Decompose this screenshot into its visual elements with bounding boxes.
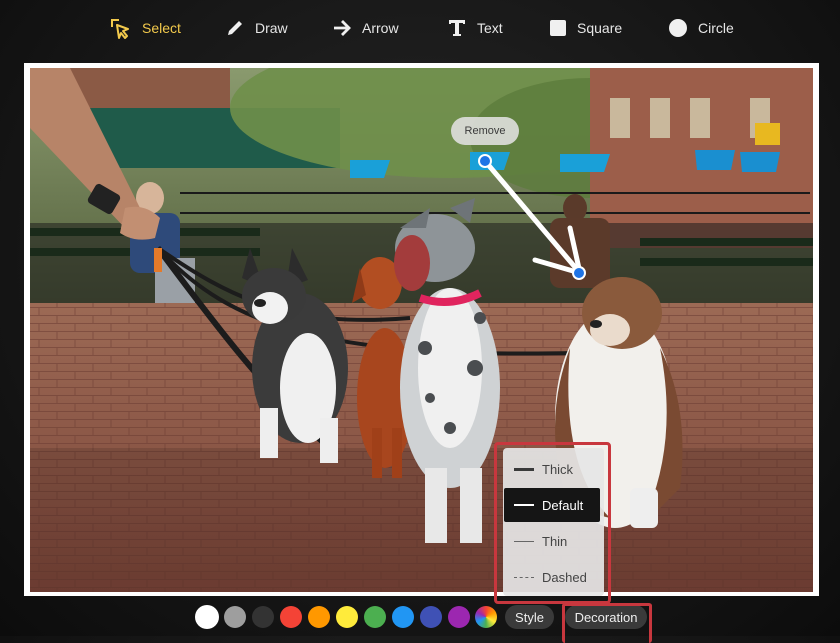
- dog-photo: [30, 68, 813, 592]
- tool-draw-label: Draw: [255, 20, 288, 36]
- tool-circle[interactable]: Circle: [668, 14, 734, 42]
- tool-select[interactable]: Select: [108, 14, 181, 42]
- tool-text[interactable]: Text: [447, 14, 503, 42]
- style-button[interactable]: Style: [505, 605, 554, 629]
- decoration-highlight: [562, 603, 652, 643]
- tool-circle-label: Circle: [698, 20, 734, 36]
- tool-square-label: Square: [577, 20, 623, 36]
- color-swatch-purple[interactable]: [448, 606, 470, 628]
- color-swatch-gray[interactable]: [224, 606, 246, 628]
- color-picker-rainbow-icon[interactable]: [475, 606, 497, 628]
- style-button-label: Style: [515, 609, 544, 625]
- text-t-icon: [447, 18, 467, 38]
- color-swatch-red[interactable]: [280, 606, 302, 628]
- tool-select-label: Select: [142, 20, 181, 36]
- photo-frame: [24, 63, 819, 596]
- remove-label: Remove: [464, 125, 506, 137]
- color-swatch-indigo[interactable]: [420, 606, 442, 628]
- tool-square[interactable]: Square: [549, 14, 622, 42]
- color-swatch-orange[interactable]: [308, 606, 330, 628]
- square-icon: [549, 19, 567, 37]
- style-menu-highlight: [494, 442, 611, 604]
- color-swatch-yellow[interactable]: [336, 606, 358, 628]
- arrow-right-icon: [332, 18, 352, 38]
- color-swatch-black[interactable]: [252, 606, 274, 628]
- photo-canvas[interactable]: [30, 68, 813, 592]
- color-swatch-green[interactable]: [364, 606, 386, 628]
- circle-icon: [668, 18, 688, 38]
- tool-arrow[interactable]: Arrow: [332, 14, 399, 42]
- tool-arrow-label: Arrow: [362, 20, 399, 36]
- tool-text-label: Text: [477, 20, 503, 36]
- tool-draw[interactable]: Draw: [225, 14, 288, 42]
- color-swatch-white[interactable]: [197, 607, 217, 627]
- color-swatch-blue[interactable]: [392, 606, 414, 628]
- pencil-icon: [225, 18, 245, 38]
- annotation-toolbar: Select Draw Arrow Text Square Circle: [0, 0, 840, 56]
- remove-annotation-button[interactable]: Remove: [451, 117, 519, 145]
- cursor-select-icon: [108, 16, 132, 40]
